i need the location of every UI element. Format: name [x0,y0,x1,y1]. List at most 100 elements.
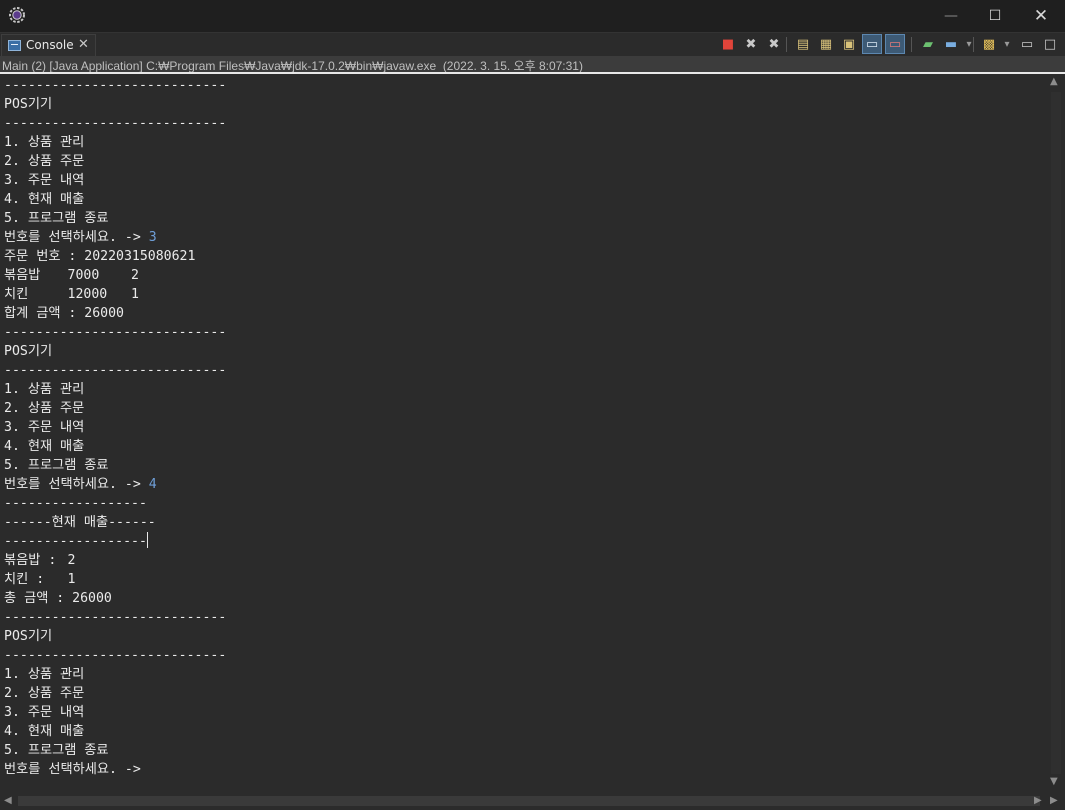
terminate-icon[interactable]: ■ [718,34,738,54]
console-text: 1. 상품 관리 [4,667,85,682]
console-line: ---------------------------- [4,608,226,627]
console-text: ------------------ [4,496,147,511]
maximize-button[interactable]: ☐ [972,0,1018,32]
console-line: 2. 상품 주문 [4,684,226,703]
console-text: ---------------------------- [4,78,227,93]
clear-console-icon[interactable]: ▤ [793,34,813,54]
toolbar-separator [786,37,787,52]
console-line: 치킨 12000 1 [4,285,226,304]
console-line: 5. 프로그램 종료 [4,209,226,228]
console-text: 주문 번호 : 20220315080621 [4,249,196,264]
tab-console[interactable]: Console ✕ [1,34,96,57]
console-output[interactable]: ---------------------------- POS기기 -------… [0,74,1047,792]
horizontal-scroll-thumb[interactable] [18,796,1040,806]
console-text: ---------------------------- [4,116,227,131]
console-line: 합계 금액 : 26000 [4,304,226,323]
console-line: 2. 상품 주문 [4,152,226,171]
view-maximize-icon[interactable]: □ [1040,34,1060,54]
console-text: 4. 현재 매출 [4,192,85,207]
console-text: ---------------------------- [4,610,227,625]
word-wrap-icon[interactable]: ▣ [839,34,859,54]
close-window-button[interactable]: ✕ [1018,0,1064,32]
console-text: 2. 상품 주문 [4,686,85,701]
console-line: 3. 주문 내역 [4,418,226,437]
console-line: 주문 번호 : 20220315080621 [4,247,226,266]
console-line: ---------------------------- [4,114,226,133]
eclipse-gear-icon[interactable] [8,6,26,24]
vertical-scroll-thumb[interactable] [1051,92,1061,774]
console-line: ---------------------------- [4,361,226,380]
scroll-right-icon[interactable]: ▶ [1034,795,1042,806]
console-line: POS기기 [4,342,226,361]
console-text: POS기기 [4,344,53,359]
console-line: 총 금액 : 26000 [4,589,226,608]
console-text: 5. 프로그램 종료 [4,211,109,226]
console-text: 5. 프로그램 종료 [4,743,109,758]
pin-console-icon[interactable]: ▰ [918,34,938,54]
toolbar-separator [911,37,912,52]
console-line: 5. 프로그램 종료 [4,456,226,475]
console-text: 4. 현재 매출 [4,724,85,739]
console-text: 총 금액 : 26000 [4,591,112,606]
console-line: 1. 상품 관리 [4,133,226,152]
console-line: 1. 상품 관리 [4,380,226,399]
console-text: POS기기 [4,97,53,112]
show-on-stderr-icon[interactable]: ▭ [885,34,905,54]
console-line: 번호를 선택하세요. -> 4 [4,475,226,494]
console-text: 합계 금액 : 26000 [4,306,124,321]
console-line: 4. 현재 매출 [4,722,226,741]
console-line: ------------------ [4,494,226,513]
console-text: ------현재 매출------ [4,515,156,530]
scroll-lock-icon[interactable]: ▦ [816,34,836,54]
console-text: 2. 상품 주문 [4,401,85,416]
console-text: 번호를 선택하세요. -> [4,477,149,492]
scroll-down-icon[interactable]: ▼ [1050,776,1058,787]
console-text: ---------------------------- [4,325,227,340]
open-dropdown-icon[interactable]: ▾ [1002,34,1012,54]
console-line: 2. 상품 주문 [4,399,226,418]
view-minimize-icon[interactable]: ▭ [1017,34,1037,54]
user-input: 3 [148,230,157,245]
console-text: 1. 상품 관리 [4,382,85,397]
console-line: ------------------ [4,532,226,551]
console-text: 번호를 선택하세요. -> [4,230,149,245]
scroll-corner-icon: ▶ [1050,795,1058,806]
console-line: ---------------------------- [4,323,226,342]
minimize-button[interactable]: — [928,0,974,32]
tab-label: Console [26,38,74,52]
console-line: ------현재 매출------ [4,513,226,532]
view-tab-row: Console ✕ [0,32,1065,57]
console-text: 치킨 12000 1 [4,287,139,302]
console-line: 1. 상품 관리 [4,665,226,684]
console-text: 3. 주문 내역 [4,705,85,720]
console-text: 번호를 선택하세요. -> [4,762,149,777]
show-on-stdout-icon[interactable]: ▭ [862,34,882,54]
console-line: 4. 현재 매출 [4,190,226,209]
console-text: 3. 주문 내역 [4,173,85,188]
console-text: POS기기 [4,629,53,644]
console-line: 4. 현재 매출 [4,437,226,456]
console-line: ---------------------------- [4,76,226,95]
console-text: 3. 주문 내역 [4,420,85,435]
console-line: POS기기 [4,95,226,114]
toolbar-separator [973,37,974,52]
open-console-icon[interactable]: ▩ [979,34,999,54]
console-text: 볶음밥 : 2 [4,553,76,568]
console-line: 3. 주문 내역 [4,171,226,190]
console-icon [8,40,21,51]
console-text: 2. 상품 주문 [4,154,85,169]
close-tab-icon[interactable]: ✕ [78,37,89,52]
console-text: 볶음밥 7000 2 [4,268,139,283]
console-line: 번호를 선택하세요. -> [4,760,226,779]
display-selected-console-icon[interactable]: ▬ [941,34,961,54]
remove-all-terminated-icon[interactable]: ✖ [764,34,784,54]
console-text: 4. 현재 매출 [4,439,85,454]
remove-launch-icon[interactable]: ✖ [741,34,761,54]
console-text: 5. 프로그램 종료 [4,458,109,473]
user-input: 4 [148,477,157,492]
console-text: ---------------------------- [4,363,227,378]
console-line: 치킨 : 1 [4,570,226,589]
eclipse-window: — ☐ ✕ Console ✕ ■ ✖ ✖ ▤ ▦ ▣ ▭ ▭ ▰ ▬ ▾ ▩ ▾ ▭ □ Main (2)… [0,0,1065,810]
scroll-up-icon[interactable]: ▲ [1050,76,1058,87]
scroll-left-icon[interactable]: ◀ [4,795,12,806]
